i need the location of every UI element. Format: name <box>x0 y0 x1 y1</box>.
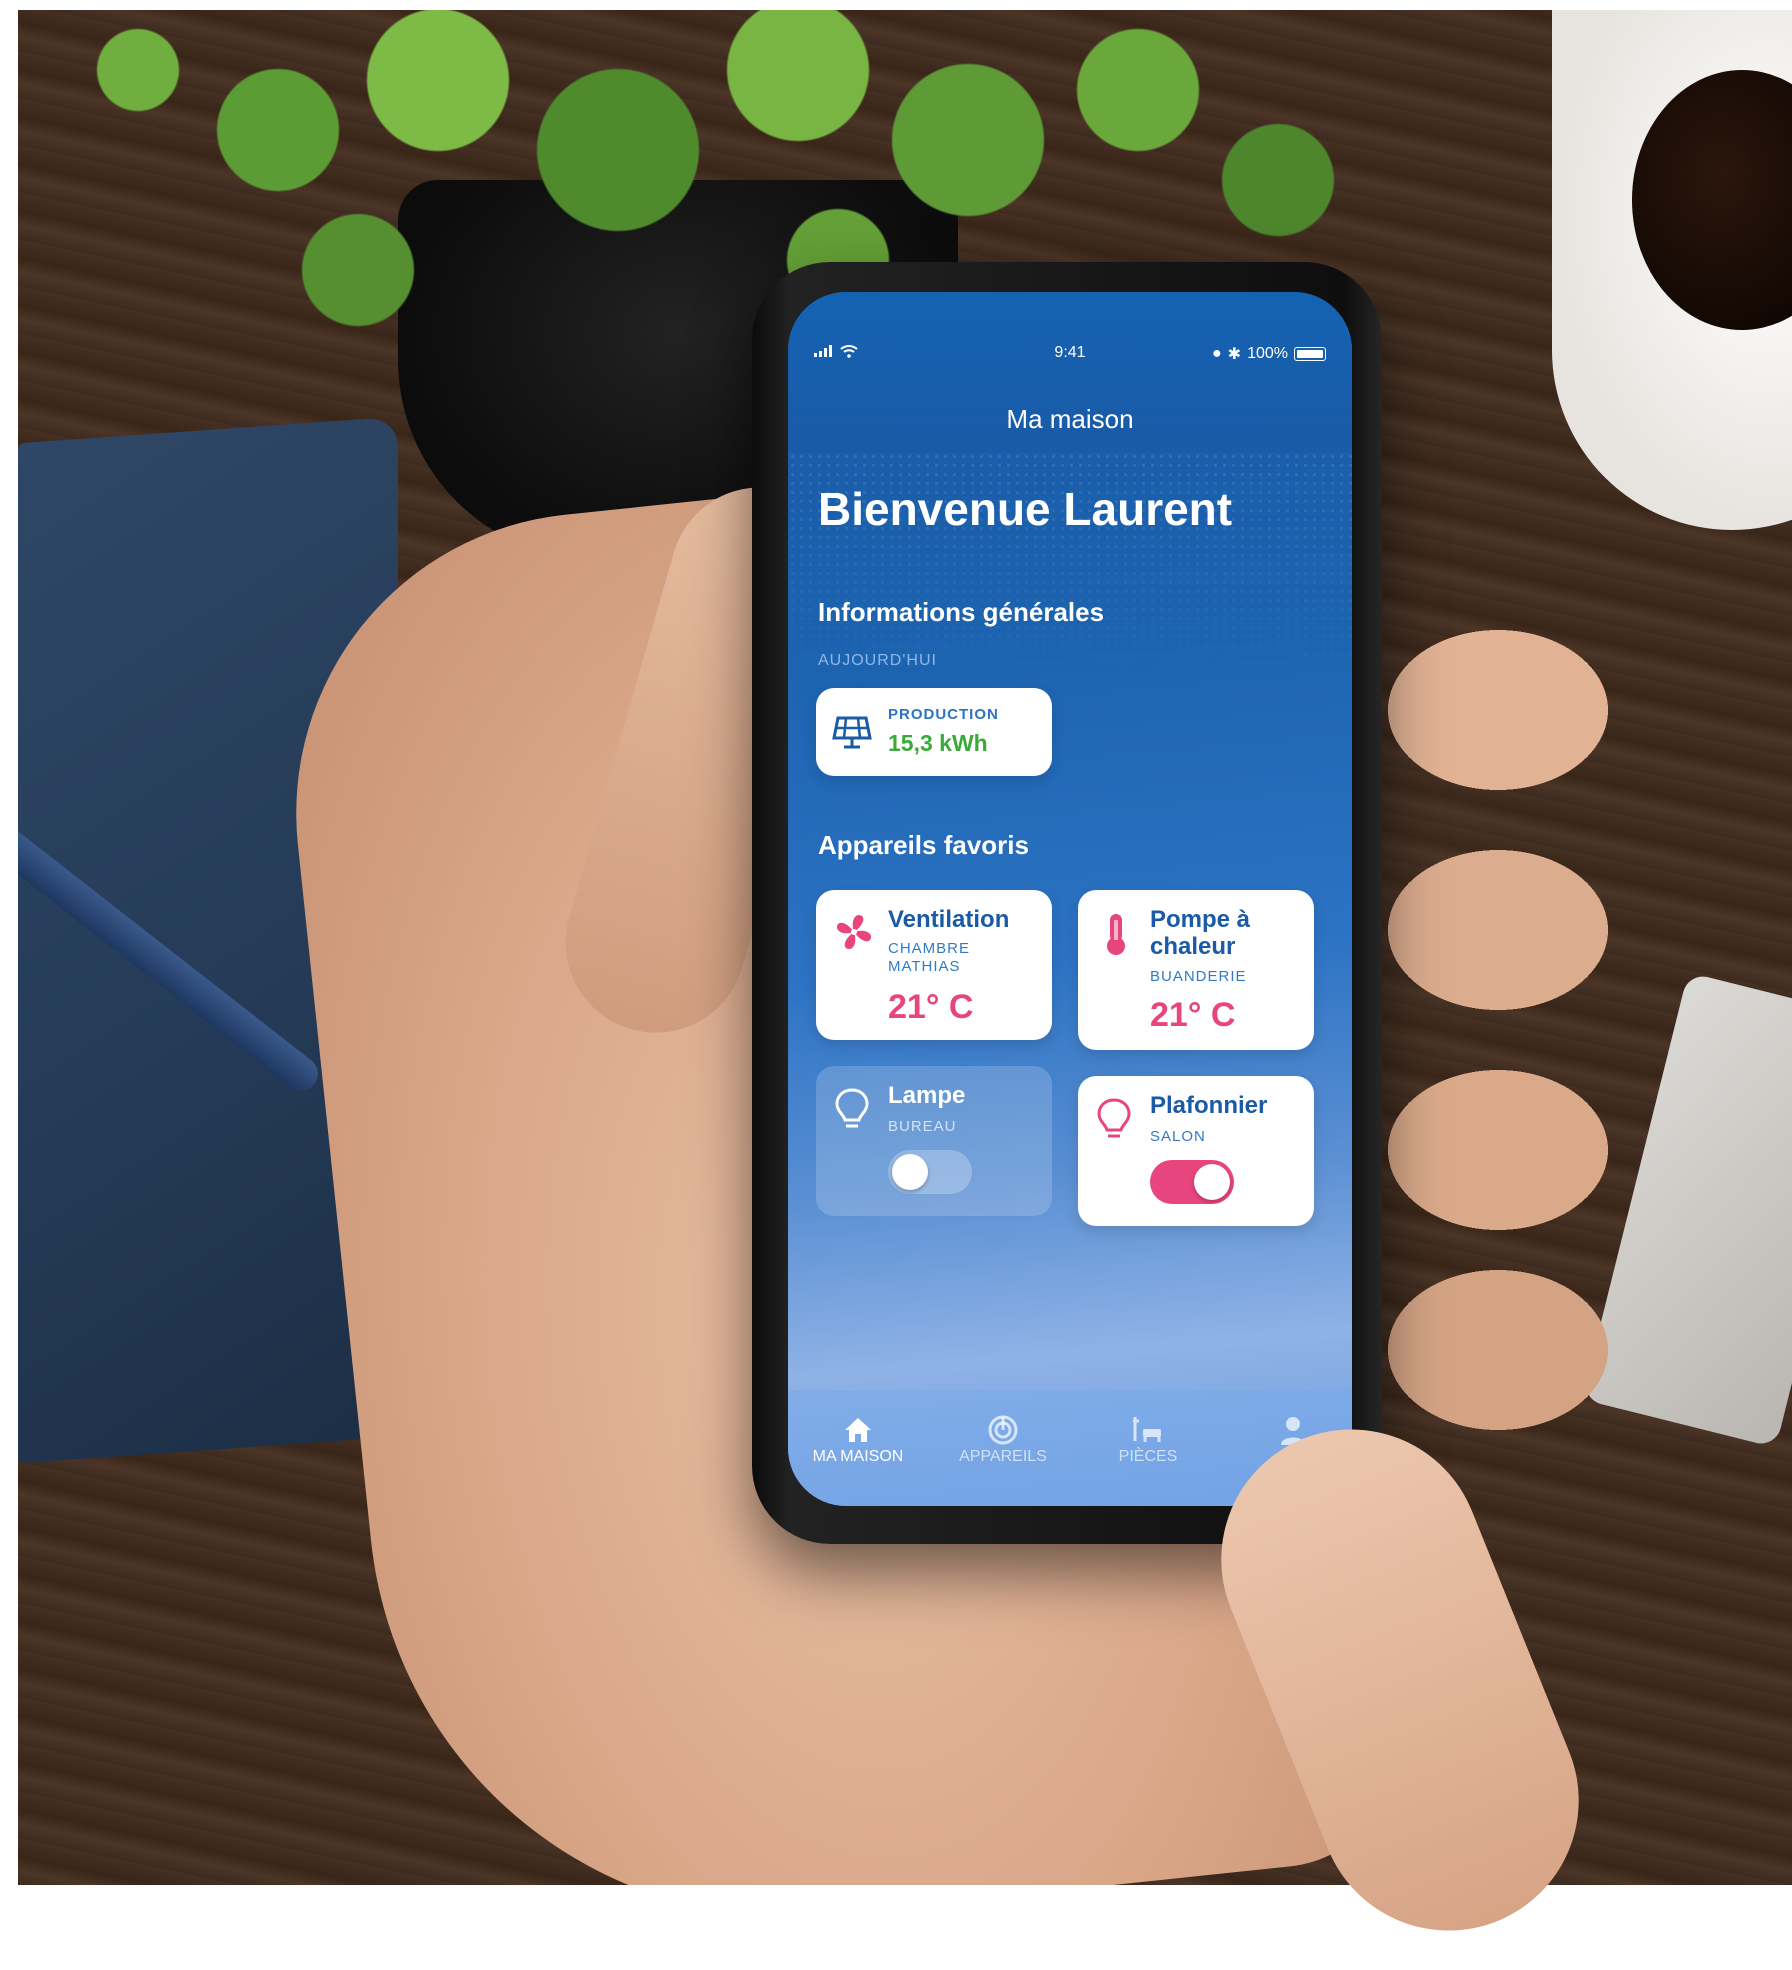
toggle-knob <box>1194 1164 1230 1200</box>
device-card-lamp[interactable]: Lampe BUREAU <box>816 1066 1052 1216</box>
today-caption: AUJOURD'HUI <box>818 652 937 669</box>
device-room: BUANDERIE <box>1150 968 1247 985</box>
rooms-icon <box>1133 1417 1161 1442</box>
status-bar: 9:41 ● ✱ 100% <box>814 344 1326 368</box>
thermometer-icon <box>1107 914 1125 955</box>
tab-appareils[interactable]: APPAREILS <box>933 1412 1073 1466</box>
device-title-line2: chaleur <box>1150 933 1236 960</box>
device-title: Lampe <box>888 1082 966 1109</box>
battery-icon <box>1294 347 1326 361</box>
bulb-icon <box>835 1088 869 1128</box>
solar-panel-icon <box>832 716 872 749</box>
device-room: CHAMBRE <box>888 940 971 957</box>
device-temperature: 21° C <box>888 988 974 1026</box>
device-room-line2: MATHIAS <box>888 958 961 975</box>
tab-label: MA MAISON <box>812 1448 904 1465</box>
battery-percent: 100% <box>1247 345 1288 362</box>
production-card[interactable]: PRODUCTION 15,3 kWh <box>816 688 1052 776</box>
fan-icon <box>836 914 872 950</box>
fingers <box>1378 610 1608 1430</box>
device-title: Pompe à <box>1150 906 1251 933</box>
favorites-title: Appareils favoris <box>818 830 1029 860</box>
device-title: Ventilation <box>888 906 1010 933</box>
device-card-ceiling-light[interactable]: Plafonnier SALON <box>1078 1076 1314 1226</box>
devices-icon <box>988 1415 1018 1445</box>
bulb-icon <box>1097 1098 1131 1138</box>
lamp-toggle[interactable] <box>888 1150 972 1194</box>
toggle-knob <box>892 1154 928 1190</box>
ceiling-light-toggle[interactable] <box>1150 1160 1234 1204</box>
app-screen: 9:41 ● ✱ 100% Ma maison Bienvenue Lauren… <box>788 292 1352 1506</box>
device-card-ventilation[interactable]: Ventilation CHAMBRE MATHIAS 21° C <box>816 890 1052 1040</box>
tab-pieces[interactable]: PIÈCES <box>1078 1412 1218 1466</box>
device-room: BUREAU <box>888 1118 957 1135</box>
welcome-heading: Bienvenue Laurent <box>818 483 1233 535</box>
tab-label: PIÈCES <box>1118 1448 1178 1465</box>
general-info-title: Informations générales <box>818 597 1105 627</box>
keyboard <box>1581 972 1792 1448</box>
production-label: PRODUCTION <box>888 706 999 723</box>
home-icon <box>845 1418 871 1442</box>
tab-ma-maison[interactable]: MA MAISON <box>788 1412 928 1466</box>
device-temperature: 21° C <box>1150 996 1236 1034</box>
device-room: SALON <box>1150 1128 1206 1145</box>
production-value: 15,3 kWh <box>888 730 988 756</box>
alarm-icon: ● <box>1212 345 1222 362</box>
device-card-heat-pump[interactable]: Pompe à chaleur BUANDERIE 21° C <box>1078 890 1314 1050</box>
nav-title: Ma maison <box>1006 404 1134 434</box>
device-title: Plafonnier <box>1150 1092 1268 1119</box>
bluetooth-icon: ✱ <box>1227 346 1242 363</box>
tab-label: APPAREILS <box>959 1448 1047 1465</box>
